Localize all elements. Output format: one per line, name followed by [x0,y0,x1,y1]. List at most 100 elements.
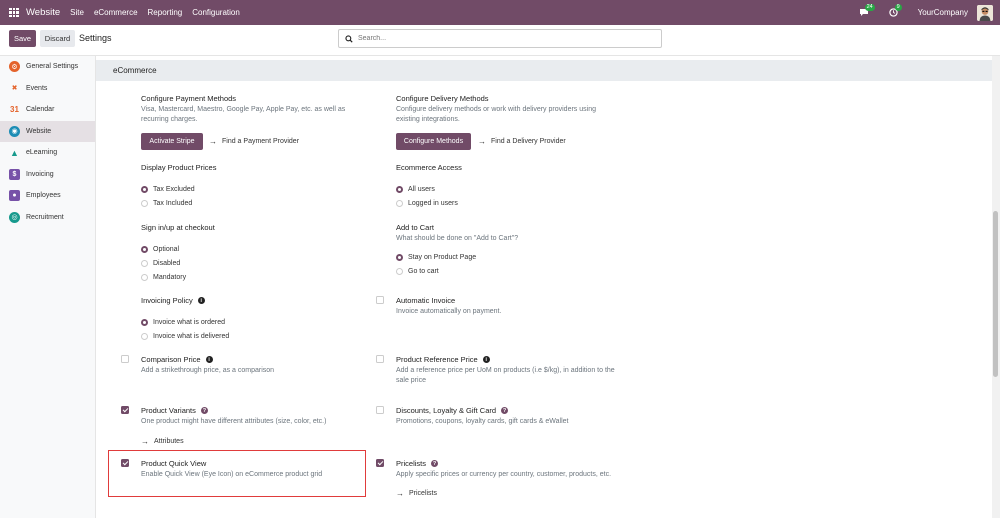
app-name[interactable]: Website [26,7,60,18]
setting-title: Invoicing Policy [141,296,193,305]
radio-label: Go to cart [408,267,439,275]
pricelists-link[interactable]: → Pricelists [396,489,621,498]
scrollbar-thumb[interactable] [993,211,998,377]
save-button[interactable]: Save [9,30,36,47]
setting-delivery-methods: Configure Delivery Methods Configure del… [396,94,621,150]
setting-description: Configure delivery methods or work with … [396,106,596,123]
info-icon[interactable]: i [482,356,490,363]
sidebar-item-label: Employees [26,192,61,200]
find-delivery-provider-link[interactable]: → Find a Delivery Provider [478,137,566,146]
radio-button[interactable] [141,273,148,281]
radio-invoice-delivered[interactable]: Invoice what is delivered [141,329,366,343]
radio-tax-included[interactable]: Tax Included [141,196,366,210]
sidebar-item-website[interactable]: ◉ Website [0,120,95,142]
menu-item-reporting[interactable]: Reporting [148,8,183,17]
arrow-right-icon: → [478,137,486,146]
setting-automatic-invoice: Automatic Invoice Invoice automatically … [396,296,621,317]
radio-all-users[interactable]: All users [396,182,621,196]
help-icon[interactable]: ? [501,407,509,414]
info-icon[interactable]: i [197,297,205,304]
radio-label: Optional [153,245,180,253]
radio-invoice-ordered[interactable]: Invoice what is ordered [141,315,366,329]
sidebar-item-label: eLearning [26,149,58,157]
radio-label: Tax Excluded [153,185,195,193]
activities-badge: 9 [894,3,902,11]
radio-button[interactable] [141,259,148,267]
configure-methods-button[interactable]: Configure Methods [396,133,471,150]
radio-go-to-cart[interactable]: Go to cart [396,264,621,278]
website-icon: ◉ [9,125,20,137]
activate-stripe-button[interactable]: Activate Stripe [141,133,203,150]
sidebar-item-events[interactable]: ✖ Events [0,78,95,100]
radio-optional[interactable]: Optional [141,242,366,256]
menu-item-configuration[interactable]: Configuration [192,8,240,17]
link-label: Find a Delivery Provider [491,138,566,145]
radio-button[interactable] [141,332,148,340]
setting-add-to-cart: Add to Cart What should be done on "Add … [396,223,621,278]
user-avatar[interactable] [977,4,993,21]
radio-button[interactable] [396,267,403,275]
setting-title: Add to Cart [396,223,434,232]
product-variants-checkbox[interactable] [121,406,129,414]
setting-description: Invoice automatically on payment. [396,308,502,315]
avatar-icon [977,4,993,21]
help-icon[interactable]: ? [431,460,439,467]
automatic-invoice-checkbox[interactable] [376,296,384,304]
activities-button[interactable]: 9 [888,3,902,19]
link-label: Find a Payment Provider [222,138,300,145]
company-switcher[interactable]: YourCompany [918,8,968,17]
setting-pricelists: Pricelists? Apply specific prices or cur… [396,459,621,498]
sidebar-item-elearning[interactable]: ▲ eLearning [0,142,95,164]
calendar-icon: 31 [10,105,19,115]
setting-title: Configure Delivery Methods [396,94,489,103]
radio-label: Invoice what is ordered [153,318,225,326]
search-input[interactable] [358,35,648,42]
radio-button[interactable] [141,245,148,253]
messages-button[interactable]: 24 [858,3,875,19]
radio-button[interactable] [396,185,403,193]
setting-description: Apply specific prices or currency per co… [396,471,612,478]
radio-stay-on-product-page[interactable]: Stay on Product Page [396,250,621,264]
sidebar-item-recruitment[interactable]: ◎ Recruitment [0,207,95,229]
radio-mandatory[interactable]: Mandatory [141,270,366,284]
radio-button[interactable] [141,199,148,207]
setting-title: Automatic Invoice [396,296,456,305]
menu-item-site[interactable]: Site [70,8,84,17]
help-icon[interactable]: ? [200,407,208,414]
reference-price-checkbox[interactable] [376,355,384,363]
sidebar-item-calendar[interactable]: 31 Calendar [0,99,95,121]
pricelists-checkbox[interactable] [376,459,384,467]
setting-invoicing-policy: Invoicing Policy i Invoice what is ordere… [141,296,366,343]
discounts-checkbox[interactable] [376,406,384,414]
radio-button[interactable] [141,185,148,193]
find-payment-provider-link[interactable]: → Find a Payment Provider [209,137,299,146]
radio-disabled[interactable]: Disabled [141,256,366,270]
apps-menu-icon[interactable] [9,7,19,18]
radio-logged-in-users[interactable]: Logged in users [396,196,621,210]
link-label: Attributes [154,438,184,445]
comparison-price-checkbox[interactable] [121,355,129,363]
highlight-box [108,450,366,497]
radio-button[interactable] [141,318,148,326]
sidebar-item-employees[interactable]: ● Employees [0,185,95,207]
attributes-link[interactable]: → Attributes [141,437,366,446]
radio-label: Disabled [153,259,181,267]
menu-item-ecommerce[interactable]: eCommerce [94,8,138,17]
arrow-right-icon: → [396,489,404,498]
radio-tax-excluded[interactable]: Tax Excluded [141,182,366,196]
search-bar[interactable] [338,29,662,48]
sidebar-item-invoicing[interactable]: $ Invoicing [0,164,95,186]
sidebar-item-general-settings[interactable]: ⚙ General Settings [0,56,95,78]
radio-button[interactable] [396,253,403,261]
settings-icon: ⚙ [9,61,20,73]
setting-comparison-price: Comparison Price i Add a strikethrough pr… [141,355,366,376]
sidebar-item-label: Invoicing [26,170,54,178]
radio-button[interactable] [396,199,403,207]
setting-description: Promotions, coupons, loyalty cards, gift… [396,418,569,425]
setting-description: Visa, Mastercard, Maestro, Google Pay, A… [141,106,346,123]
info-icon[interactable]: i [205,356,213,363]
setting-title: Pricelists [396,459,427,468]
control-panel: Save Discard Settings [0,25,1000,56]
arrow-right-icon: → [209,137,217,146]
discard-button[interactable]: Discard [40,30,75,47]
